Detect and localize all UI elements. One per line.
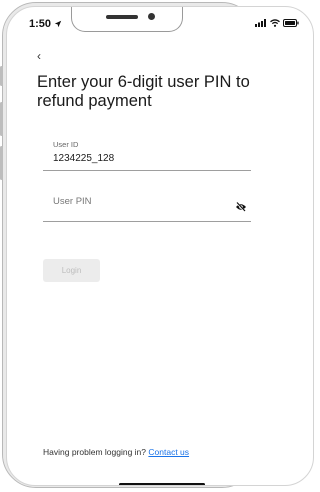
- user-id-field[interactable]: User ID 1234225_128: [43, 135, 251, 171]
- mute-switch: [0, 66, 3, 86]
- home-indicator[interactable]: [119, 483, 205, 485]
- login-button[interactable]: Login: [43, 259, 100, 282]
- status-bar: 1:50: [7, 7, 313, 41]
- user-id-label: User ID: [53, 140, 79, 149]
- page-title: Enter your 6-digit user PIN to refund pa…: [37, 73, 250, 110]
- front-camera: [148, 13, 155, 20]
- contact-us-link[interactable]: Contact us: [148, 447, 189, 457]
- help-text: Having problem logging in? Contact us: [43, 447, 189, 457]
- user-pin-placeholder: User PIN: [53, 196, 92, 207]
- eye-off-icon[interactable]: [235, 202, 247, 212]
- help-label: Having problem logging in?: [43, 447, 147, 457]
- phone-screen: 1:50 ‹ Enter your 6-digit user PIN to re…: [6, 6, 314, 486]
- notch: [71, 7, 183, 32]
- user-pin-field[interactable]: User PIN: [43, 190, 251, 222]
- user-id-value: 1234225_128: [53, 153, 115, 164]
- battery-icon: [283, 19, 299, 27]
- speaker-grille: [106, 15, 138, 19]
- volume-down-button: [0, 146, 3, 180]
- volume-up-button: [0, 102, 3, 136]
- status-time: 1:50: [29, 18, 62, 30]
- back-button[interactable]: ‹: [37, 49, 41, 63]
- wifi-icon: [270, 19, 280, 27]
- cellular-signal-icon: [255, 19, 266, 27]
- back-chevron-icon: ‹: [37, 49, 41, 63]
- location-arrow-icon: [54, 20, 62, 28]
- status-icons: [255, 19, 299, 27]
